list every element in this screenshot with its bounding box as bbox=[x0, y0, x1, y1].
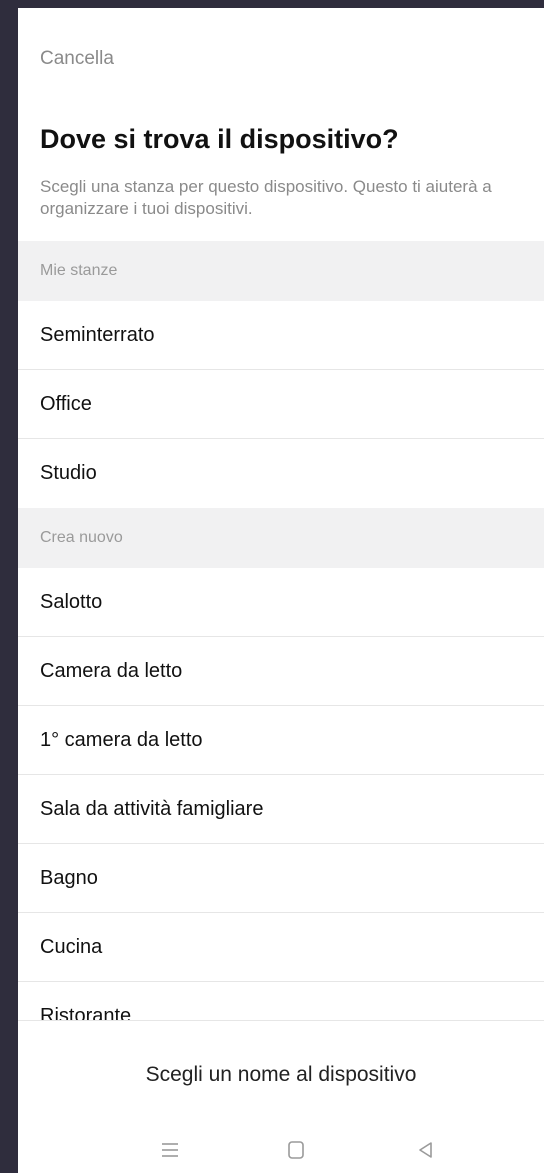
room-item-studio[interactable]: Studio bbox=[18, 439, 544, 508]
room-item-sala-attivita[interactable]: Sala da attività famigliare bbox=[18, 775, 544, 844]
room-item-bagno[interactable]: Bagno bbox=[18, 844, 544, 913]
status-bar bbox=[0, 0, 544, 8]
choose-name-button[interactable]: Scegli un nome al dispositivo bbox=[18, 1063, 544, 1087]
menu-icon[interactable] bbox=[155, 1135, 185, 1165]
cancel-button[interactable]: Cancella bbox=[40, 48, 114, 70]
section-header-create-new: Crea nuovo bbox=[18, 508, 544, 568]
room-item-salotto[interactable]: Salotto bbox=[18, 568, 544, 637]
page-subtitle: Scegli una stanza per questo dispositivo… bbox=[40, 177, 492, 218]
page-title: Dove si trova il dispositivo? bbox=[40, 124, 399, 154]
room-item-cucina[interactable]: Cucina bbox=[18, 913, 544, 982]
room-item-office[interactable]: Office bbox=[18, 370, 544, 439]
room-picker-screen: Cancella Dove si trova il dispositivo? S… bbox=[18, 8, 544, 1173]
home-icon[interactable] bbox=[281, 1135, 311, 1165]
bottom-bar: Scegli un nome al dispositivo bbox=[18, 1021, 544, 1173]
room-item-1-camera-da-letto[interactable]: 1° camera da letto bbox=[18, 706, 544, 775]
system-nav-bar bbox=[18, 1135, 544, 1165]
section-header-my-rooms: Mie stanze bbox=[18, 241, 544, 301]
room-list: Mie stanze Seminterrato Office Studio Cr… bbox=[18, 241, 544, 1051]
room-item-camera-da-letto[interactable]: Camera da letto bbox=[18, 637, 544, 706]
back-icon[interactable] bbox=[411, 1135, 441, 1165]
room-item-seminterrato[interactable]: Seminterrato bbox=[18, 301, 544, 370]
